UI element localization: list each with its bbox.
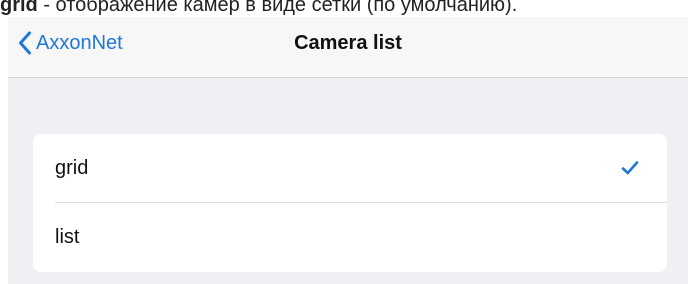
checkmark-icon xyxy=(621,160,639,176)
option-list[interactable]: list xyxy=(33,203,667,271)
settings-content: grid list xyxy=(8,78,688,284)
option-grid[interactable]: grid xyxy=(33,134,667,203)
navigation-bar: AxxonNet Camera list xyxy=(8,17,688,78)
camera-list-options: grid list xyxy=(33,134,667,272)
option-list-label: list xyxy=(55,226,80,248)
option-grid-label: grid xyxy=(55,157,89,179)
caption-text: - отображение камер в виде сетки (по умо… xyxy=(37,0,518,16)
page-title: Camera list xyxy=(294,32,402,54)
caption-term: grid xyxy=(0,0,38,16)
caption: grid - отображение камер в виде сетки (п… xyxy=(0,0,695,17)
